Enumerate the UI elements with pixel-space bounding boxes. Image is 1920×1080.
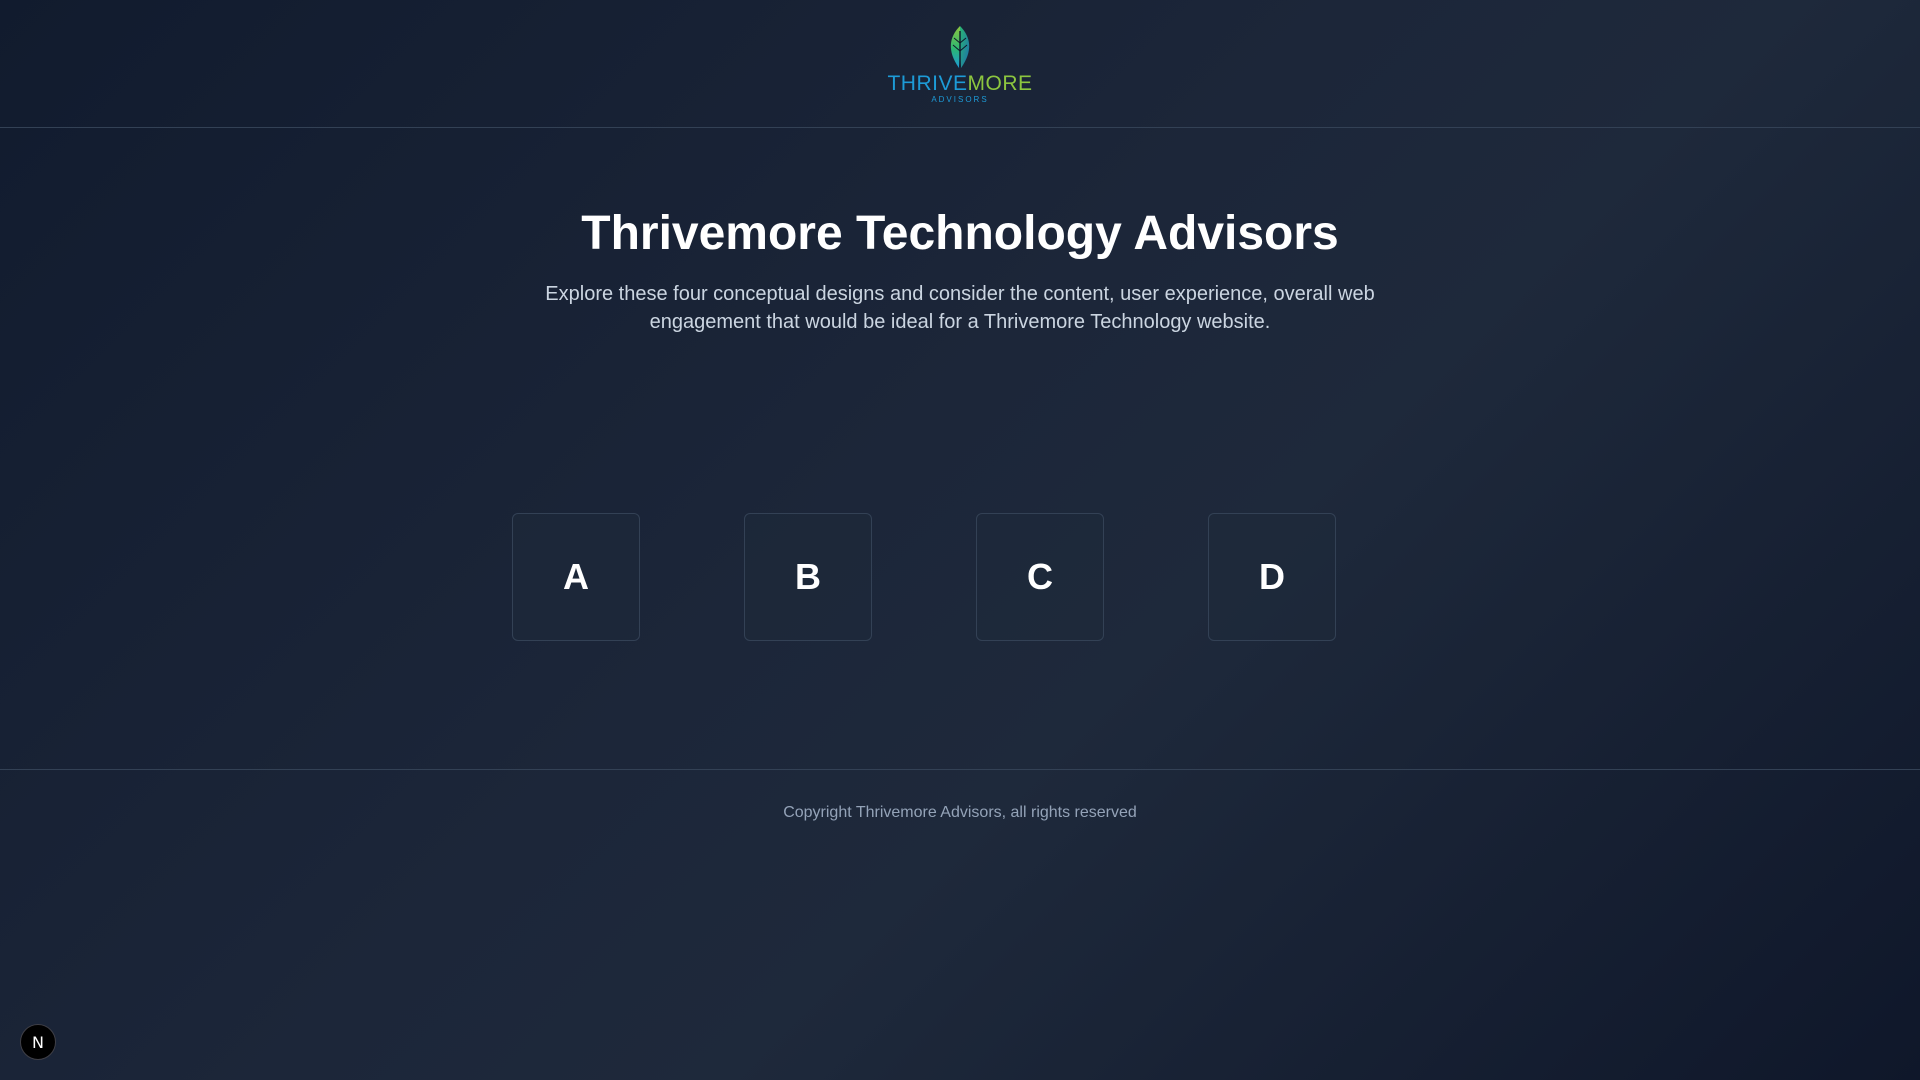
logo-subtitle: ADVISORS [931,95,989,104]
thrivemore-logo[interactable]: THRIVEMORE ADVISORS [887,25,1032,104]
site-header: THRIVEMORE ADVISORS [0,0,1920,128]
design-card-a[interactable]: A [512,513,640,641]
design-card-d[interactable]: D [1208,513,1336,641]
nextjs-icon: N [32,1032,44,1052]
design-options: A B C D [512,513,1336,641]
design-card-c[interactable]: C [976,513,1104,641]
site-footer: Copyright Thrivemore Advisors, all right… [0,769,1920,822]
nextjs-dev-badge[interactable]: N [20,1024,56,1060]
page-description: Explore these four conceptual designs an… [545,283,1375,333]
page-title: Thrivemore Technology Advisors [581,207,1339,260]
copyright-text: Copyright Thrivemore Advisors, all right… [783,804,1137,821]
leaf-icon [950,26,970,68]
design-card-b[interactable]: B [744,513,872,641]
logo-wordmark: THRIVEMORE [887,73,1032,94]
logo-word-thrive: THRIVE [887,72,968,95]
logo-word-more: MORE [967,72,1033,95]
hero-section: Thrivemore Technology Advisors Explore t… [0,200,1920,336]
